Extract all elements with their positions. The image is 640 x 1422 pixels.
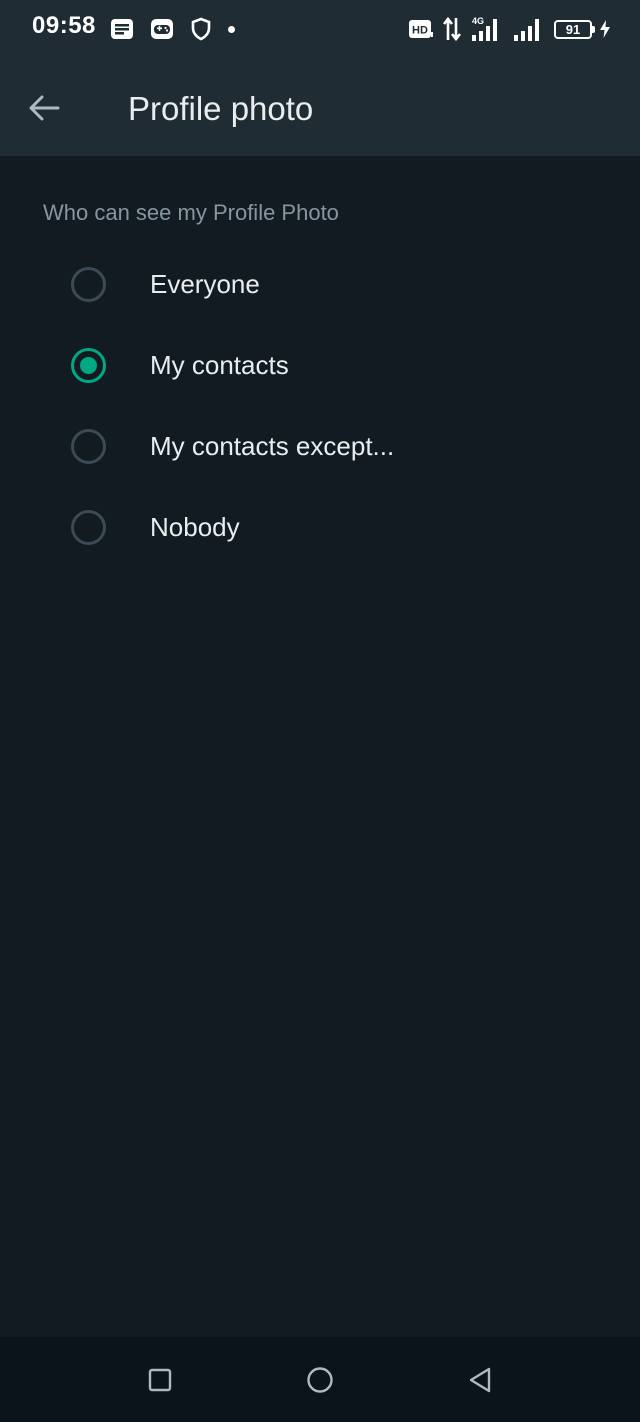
app-bar: Profile photo (0, 60, 640, 156)
option-label: Nobody (150, 512, 240, 542)
option-nobody[interactable]: Nobody (0, 488, 640, 569)
system-navigation-bar (0, 1337, 640, 1422)
charging-bolt-icon (600, 20, 610, 38)
battery-icon: 91 (554, 19, 595, 39)
back-nav-button[interactable] (459, 1359, 501, 1401)
status-bar: 09:58 HD 4G 91 (0, 0, 640, 60)
square-recents-icon (148, 1368, 172, 1392)
status-time: 09:58 (32, 12, 96, 39)
back-arrow-icon (28, 94, 60, 122)
privacy-options: Everyone My contacts My contacts except.… (0, 245, 640, 569)
message-notification-icon (110, 18, 134, 40)
circle-home-icon (306, 1366, 334, 1394)
shield-icon (190, 17, 212, 41)
back-button[interactable] (22, 86, 66, 130)
hd-voice-icon: HD (408, 18, 434, 40)
option-my-contacts-except[interactable]: My contacts except... (0, 407, 640, 488)
option-my-contacts[interactable]: My contacts (0, 326, 640, 407)
radio-button-selected[interactable] (71, 348, 106, 383)
game-controller-icon (150, 18, 174, 40)
notification-dot-icon (228, 25, 235, 33)
screen: 09:58 HD 4G 91 Profile photo Who can see… (0, 0, 640, 1422)
option-everyone[interactable]: Everyone (0, 245, 640, 326)
triangle-back-icon (467, 1366, 493, 1394)
option-label: My contacts (150, 350, 289, 380)
recents-button[interactable] (139, 1359, 181, 1401)
option-label: Everyone (150, 269, 260, 299)
signal-4g-icon: 4G (470, 15, 504, 43)
signal-bars-icon (512, 15, 546, 43)
data-transfer-icon (442, 16, 462, 42)
radio-button[interactable] (71, 510, 106, 545)
page-title: Profile photo (128, 90, 314, 127)
svg-text:HD: HD (412, 25, 428, 37)
status-notification-icons (110, 16, 235, 42)
battery-level: 91 (565, 21, 581, 37)
option-label: My contacts except... (150, 431, 395, 461)
home-button[interactable] (299, 1359, 341, 1401)
status-system-icons: HD 4G 91 (408, 14, 610, 44)
svg-text:4G: 4G (472, 16, 484, 26)
radio-button[interactable] (71, 267, 106, 302)
radio-button[interactable] (71, 429, 106, 464)
section-label: Who can see my Profile Photo (43, 200, 339, 225)
